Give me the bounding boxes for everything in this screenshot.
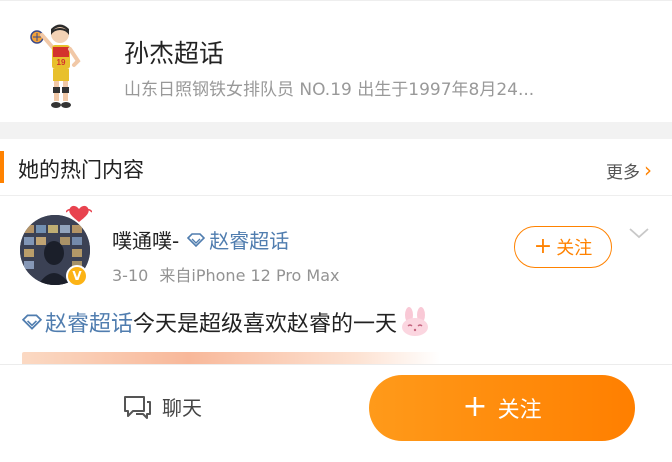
author-topic-link[interactable]: 赵睿超话: [187, 225, 289, 254]
topic-title: 孙杰超话: [124, 39, 225, 68]
chat-label: 聊天: [162, 396, 202, 420]
topic-description: 山东日照钢铁女排队员 NO.19 出生于1997年8月24...: [124, 80, 535, 100]
bunny-emoji-icon: [402, 307, 429, 336]
content-topic-label: 赵睿超话: [45, 312, 134, 337]
plus-icon: +: [533, 234, 553, 259]
author-topic-label: 赵睿超话: [209, 229, 290, 253]
post-timestamp: 3-10: [112, 266, 149, 285]
author-name[interactable]: 噗通噗-: [112, 225, 179, 254]
section-divider: [0, 122, 672, 139]
more-label: 更多: [606, 163, 640, 183]
follow-button[interactable]: + 关注: [369, 375, 635, 441]
hot-content-header: 她的热门内容 更多 ›: [0, 139, 672, 196]
content-topic-link[interactable]: 赵睿超话: [22, 306, 133, 338]
more-link[interactable]: 更多 ›: [606, 157, 652, 184]
super-topic-card[interactable]: 19 孙杰超话 山东日照钢铁女排队员 NO.19 出生于1997年8月24...: [0, 0, 672, 122]
section-title: 她的热门内容: [18, 158, 144, 182]
verified-badge: V: [66, 265, 88, 287]
bottom-action-bar: 聊天 + 关注: [0, 364, 672, 462]
post-author-row: 噗通噗- 赵睿超话: [112, 225, 289, 254]
player-avatar-icon: 19: [30, 24, 81, 108]
content-text: 今天是超级喜欢赵睿的一天: [133, 312, 398, 337]
chat-bubble-icon: [124, 395, 151, 419]
chevron-right-icon: ›: [644, 157, 652, 182]
chevron-down-icon[interactable]: [628, 226, 650, 240]
heart-badge-icon: [66, 205, 92, 222]
diamond-icon: [22, 314, 42, 330]
section-accent-bar: [0, 151, 4, 183]
plus-icon: +: [462, 388, 488, 424]
post-meta: 3-10 来自iPhone 12 Pro Max: [112, 262, 340, 286]
diamond-icon: [187, 232, 206, 247]
post-content[interactable]: 赵睿超话 今天是超级喜欢赵睿的一天: [22, 306, 431, 338]
follow-author-button[interactable]: + 关注: [514, 226, 612, 268]
post-source: 来自iPhone 12 Pro Max: [159, 266, 340, 285]
chat-button[interactable]: 聊天: [122, 392, 202, 421]
svg-text:19: 19: [57, 58, 66, 67]
follow-button-label: 关注: [497, 398, 542, 423]
follow-label: 关注: [556, 238, 593, 259]
